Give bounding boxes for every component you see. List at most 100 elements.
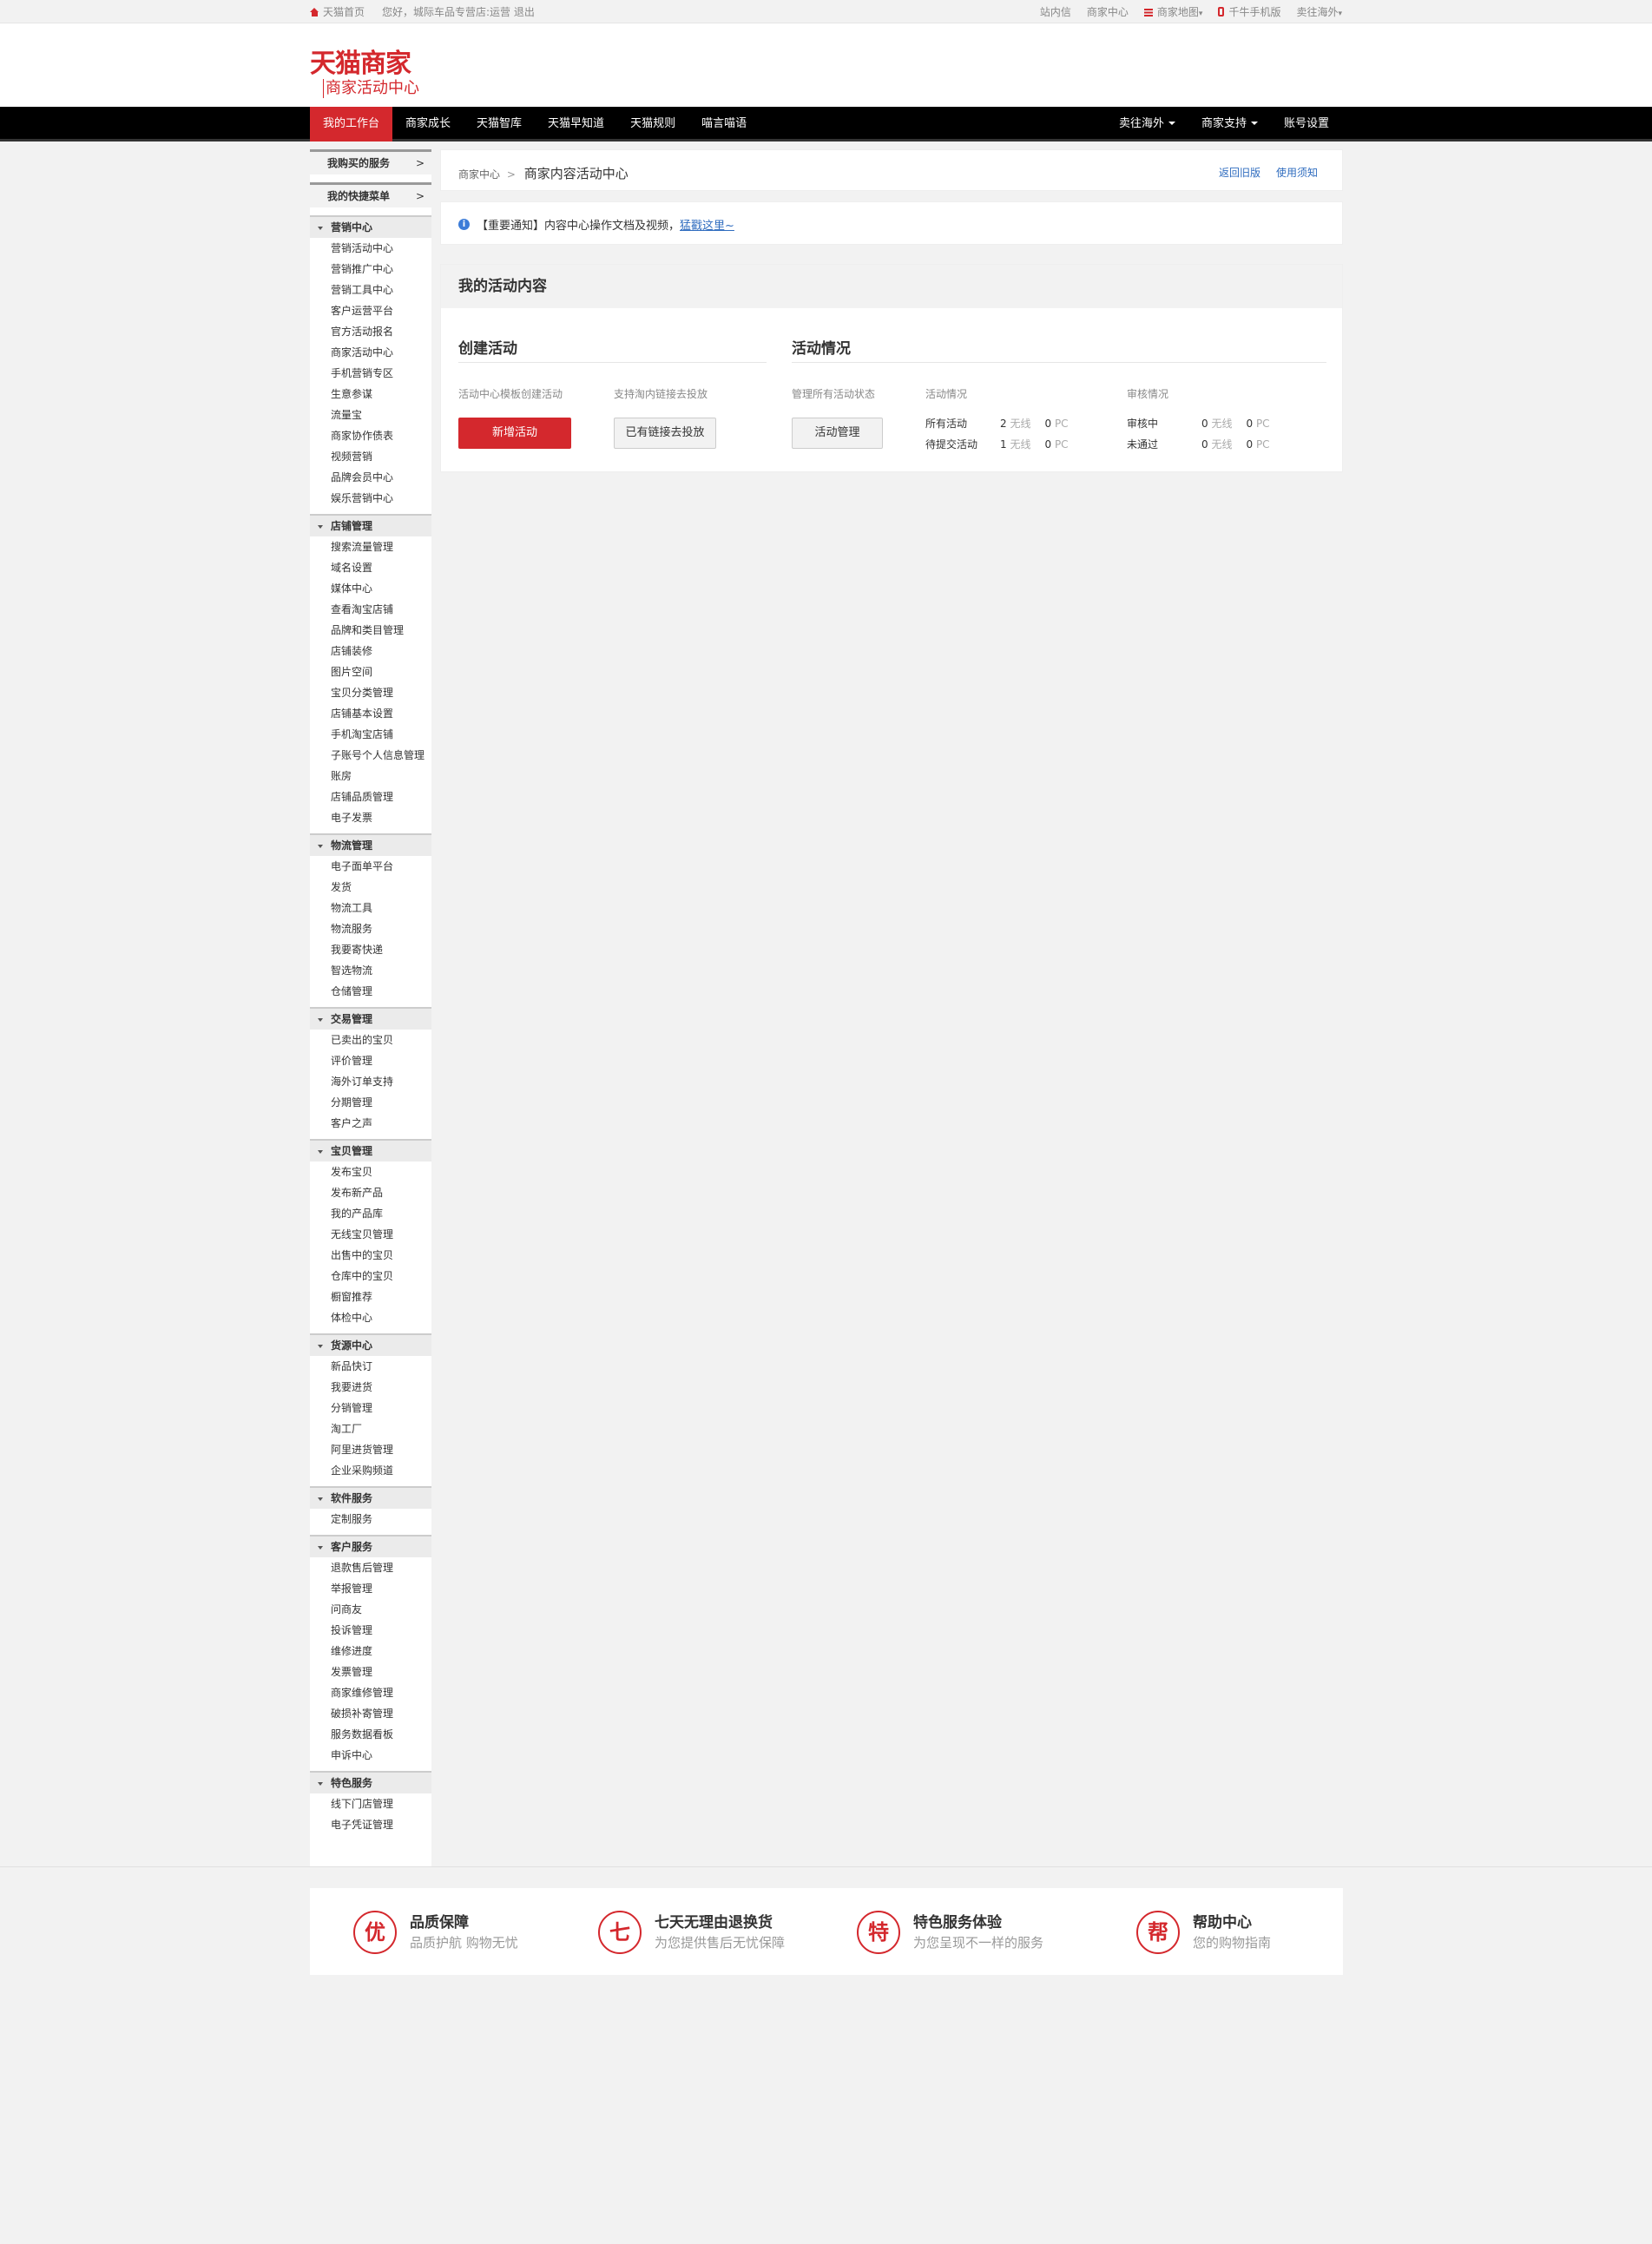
mobile-app-link[interactable]: 千牛手机版 <box>1218 4 1280 19</box>
sidebar-item[interactable]: 发布新产品 <box>310 1182 431 1203</box>
sidebar-item[interactable]: 评价管理 <box>310 1050 431 1071</box>
sidebar-item[interactable]: 手机营销专区 <box>310 363 431 384</box>
sidebar-item[interactable]: 娱乐营销中心 <box>310 488 431 509</box>
sidebar-item[interactable]: 申诉中心 <box>310 1745 431 1766</box>
home-link[interactable]: 天猫首页 <box>310 4 365 19</box>
nav-overseas[interactable]: 卖往海外 <box>1106 107 1188 141</box>
sidebar-item[interactable]: 物流工具 <box>310 898 431 918</box>
sidebar-section-title[interactable]: 软件服务 <box>310 1486 431 1509</box>
sidebar-item[interactable]: 分销管理 <box>310 1398 431 1418</box>
sidebar-item[interactable]: 图片空间 <box>310 661 431 682</box>
footer-guarantee-item[interactable]: 帮帮助中心 您的购物指南 <box>1136 1909 1271 1956</box>
sidebar-purchased-services[interactable]: 我购买的服务 > <box>310 149 431 177</box>
sidebar-item[interactable]: 发货 <box>310 877 431 898</box>
sidebar-item[interactable]: 新品快订 <box>310 1356 431 1377</box>
sidebar-item[interactable]: 店铺基本设置 <box>310 703 431 724</box>
sidebar-item[interactable]: 营销活动中心 <box>310 238 431 259</box>
sidebar-item[interactable]: 破损补寄管理 <box>310 1703 431 1724</box>
sidebar-item[interactable]: 商家活动中心 <box>310 342 431 363</box>
nav-support[interactable]: 商家支持 <box>1188 107 1271 141</box>
sidebar-item[interactable]: 服务数据看板 <box>310 1724 431 1745</box>
sidebar-item[interactable]: 商家维修管理 <box>310 1682 431 1703</box>
sidebar-item[interactable]: 已卖出的宝贝 <box>310 1030 431 1050</box>
sidebar-item[interactable]: 营销推广中心 <box>310 259 431 280</box>
nav-think-tank[interactable]: 天猫智库 <box>464 107 535 141</box>
sidebar-item[interactable]: 搜索流量管理 <box>310 536 431 557</box>
notice-link[interactable]: 猛戳这里~ <box>680 216 734 233</box>
breadcrumb-root[interactable]: 商家中心 <box>458 168 500 181</box>
sidebar-item[interactable]: 无线宝贝管理 <box>310 1224 431 1245</box>
sidebar-item[interactable]: 我要寄快递 <box>310 939 431 960</box>
sidebar-section-title[interactable]: 宝贝管理 <box>310 1139 431 1161</box>
sidebar-item[interactable]: 物流服务 <box>310 918 431 939</box>
sidebar-item[interactable]: 宝贝分类管理 <box>310 682 431 703</box>
nav-account-settings[interactable]: 账号设置 <box>1271 107 1342 141</box>
sidebar-item[interactable]: 体检中心 <box>310 1307 431 1328</box>
logo[interactable]: 天猫商家 商家活动中心 <box>310 49 419 98</box>
logout-link[interactable]: 退出 <box>514 6 535 18</box>
existing-link-button[interactable]: 已有链接去投放 <box>614 418 716 449</box>
footer-guarantee-item[interactable]: 特特色服务体验 为您呈现不一样的服务 <box>857 1909 1043 1956</box>
sidebar-item[interactable]: 举报管理 <box>310 1578 431 1599</box>
sidebar-item[interactable]: 仓储管理 <box>310 981 431 1002</box>
sidebar-section-title[interactable]: 营销中心 <box>310 215 431 238</box>
sidebar-item[interactable]: 海外订单支持 <box>310 1071 431 1092</box>
sidebar-item[interactable]: 视频营销 <box>310 446 431 467</box>
sidebar-item[interactable]: 手机淘宝店铺 <box>310 724 431 745</box>
sidebar-item[interactable]: 生意参谋 <box>310 384 431 405</box>
new-activity-button[interactable]: 新增活动 <box>458 418 571 449</box>
sidebar-item[interactable]: 发布宝贝 <box>310 1161 431 1182</box>
sidebar-item[interactable]: 出售中的宝贝 <box>310 1245 431 1266</box>
sidebar-section-title[interactable]: 交易管理 <box>310 1007 431 1030</box>
sidebar-item[interactable]: 品牌和类目管理 <box>310 620 431 641</box>
activity-manage-button[interactable]: 活动管理 <box>792 418 883 449</box>
sidebar-section-title[interactable]: 店铺管理 <box>310 514 431 536</box>
sidebar-item[interactable]: 问商友 <box>310 1599 431 1620</box>
sidebar-section-title[interactable]: 物流管理 <box>310 833 431 856</box>
sidebar-item[interactable]: 定制服务 <box>310 1509 431 1530</box>
nav-rules[interactable]: 天猫规则 <box>617 107 688 141</box>
sidebar-item[interactable]: 查看淘宝店铺 <box>310 599 431 620</box>
sidebar-shortcut-menu[interactable]: 我的快捷菜单 > <box>310 182 431 210</box>
sidebar-item[interactable]: 营销工具中心 <box>310 280 431 300</box>
overseas-link[interactable]: 卖往海外▾ <box>1296 4 1342 19</box>
nav-workbench[interactable]: 我的工作台 <box>310 107 393 141</box>
sidebar-item[interactable]: 账房 <box>310 766 431 786</box>
sidebar-item[interactable]: 淘工厂 <box>310 1418 431 1439</box>
inbox-link[interactable]: 站内信 <box>1040 4 1071 19</box>
sidebar-item[interactable]: 智选物流 <box>310 960 431 981</box>
sidebar-item[interactable]: 阿里进货管理 <box>310 1439 431 1460</box>
sidebar-item[interactable]: 店铺装修 <box>310 641 431 661</box>
sidebar-item[interactable]: 媒体中心 <box>310 578 431 599</box>
sidebar-item[interactable]: 退款售后管理 <box>310 1557 431 1578</box>
sidebar-item[interactable]: 线下门店管理 <box>310 1793 431 1814</box>
back-to-old-version-link[interactable]: 返回旧版 <box>1219 165 1260 180</box>
seller-center-link[interactable]: 商家中心 <box>1087 4 1129 19</box>
sidebar-item[interactable]: 子账号个人信息管理 <box>310 745 431 766</box>
sidebar-item[interactable]: 流量宝 <box>310 405 431 425</box>
sidebar-section-title[interactable]: 货源中心 <box>310 1333 431 1356</box>
footer-guarantee-item[interactable]: 七七天无理由退换货 为您提供售后无忧保障 <box>598 1909 785 1956</box>
sidebar-item[interactable]: 发票管理 <box>310 1662 431 1682</box>
sidebar-item[interactable]: 品牌会员中心 <box>310 467 431 488</box>
sidebar-item[interactable]: 域名设置 <box>310 557 431 578</box>
nav-early-news[interactable]: 天猫早知道 <box>535 107 617 141</box>
sidebar-item[interactable]: 电子面单平台 <box>310 856 431 877</box>
sidebar-item[interactable]: 电子发票 <box>310 807 431 828</box>
sidebar-item[interactable]: 官方活动报名 <box>310 321 431 342</box>
sidebar-item[interactable]: 维修进度 <box>310 1641 431 1662</box>
usage-notes-link[interactable]: 使用须知 <box>1276 165 1318 180</box>
sidebar-item[interactable]: 电子凭证管理 <box>310 1814 431 1835</box>
sidebar-item[interactable]: 分期管理 <box>310 1092 431 1113</box>
sidebar-item[interactable]: 商家协作债表 <box>310 425 431 446</box>
sidebar-item[interactable]: 企业采购频道 <box>310 1460 431 1481</box>
sidebar-section-title[interactable]: 特色服务 <box>310 1771 431 1793</box>
sidebar-item[interactable]: 我要进货 <box>310 1377 431 1398</box>
footer-guarantee-item[interactable]: 优品质保障 品质护航 购物无忧 <box>353 1909 518 1956</box>
sidebar-section-title[interactable]: 客户服务 <box>310 1535 431 1557</box>
nav-community[interactable]: 喵言喵语 <box>688 107 760 141</box>
sidebar-item[interactable]: 橱窗推荐 <box>310 1287 431 1307</box>
sidebar-item[interactable]: 投诉管理 <box>310 1620 431 1641</box>
sidebar-item[interactable]: 店铺品质管理 <box>310 786 431 807</box>
nav-growth[interactable]: 商家成长 <box>392 107 464 141</box>
